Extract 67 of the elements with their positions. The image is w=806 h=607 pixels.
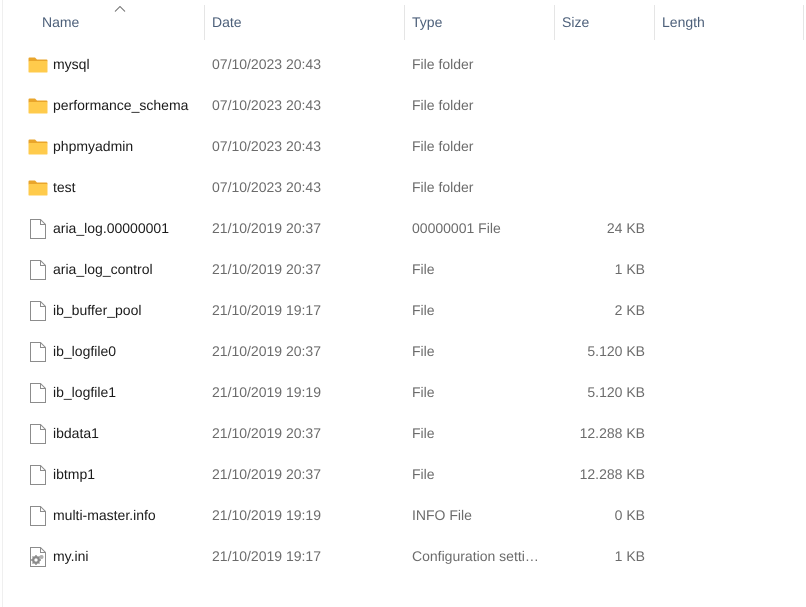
file-name: test xyxy=(53,178,76,197)
file-size: 0 KB xyxy=(614,506,645,525)
file-icon xyxy=(30,342,46,362)
modified-date: 21/10/2019 19:19 xyxy=(212,384,321,400)
file-type: File folder xyxy=(412,97,474,113)
file-icon xyxy=(30,382,46,402)
file-type: File xyxy=(412,302,435,318)
file-size: 12.288 KB xyxy=(580,465,645,484)
file-icon xyxy=(30,260,46,280)
folder-icon xyxy=(28,56,48,72)
column-header[interactable]: Date xyxy=(205,5,405,40)
file-type: Configuration setti… xyxy=(412,548,539,564)
file-icon xyxy=(30,506,46,526)
file-name: ibtmp1 xyxy=(53,465,96,484)
modified-date: 07/10/2023 20:43 xyxy=(212,97,321,113)
column-header[interactable]: Name xyxy=(35,5,205,40)
file-name: performance_schema xyxy=(53,96,188,115)
modified-date: 21/10/2019 20:37 xyxy=(212,425,321,441)
file-size: 5.120 KB xyxy=(587,383,645,402)
file-icon xyxy=(30,464,46,484)
file-type: File folder xyxy=(412,138,474,154)
settings-file-icon xyxy=(30,546,46,566)
file-name: phpmyadmin xyxy=(53,137,134,156)
folder-icon xyxy=(28,98,48,114)
modified-date: 21/10/2019 20:37 xyxy=(212,261,321,277)
file-size: 24 KB xyxy=(606,219,645,238)
folder-icon xyxy=(28,180,48,196)
modified-date: 07/10/2023 20:43 xyxy=(212,179,321,195)
modified-date: 07/10/2023 20:43 xyxy=(212,138,321,154)
file-type: File xyxy=(412,466,435,482)
modified-date: 07/10/2023 20:43 xyxy=(212,56,321,72)
file-type: INFO File xyxy=(412,507,472,523)
modified-date: 21/10/2019 19:17 xyxy=(212,302,321,318)
file-type: File xyxy=(412,343,435,359)
file-size: 12.288 KB xyxy=(580,424,645,443)
modified-date: 21/10/2019 20:37 xyxy=(212,343,321,359)
file-type: File xyxy=(412,384,435,400)
file-name: aria_log_control xyxy=(53,260,153,279)
modified-date: 21/10/2019 19:17 xyxy=(212,548,321,564)
file-type: File xyxy=(412,425,435,441)
sort-ascending-icon xyxy=(114,6,125,12)
file-name: aria_log.00000001 xyxy=(53,219,169,238)
file-size: 5.120 KB xyxy=(587,342,645,361)
column-header[interactable]: Length xyxy=(655,5,804,40)
column-header[interactable]: Size xyxy=(555,5,655,40)
file-type: File folder xyxy=(412,56,474,72)
modified-date: 21/10/2019 20:37 xyxy=(212,220,321,236)
modified-date: 21/10/2019 20:37 xyxy=(212,466,321,482)
file-size: 2 KB xyxy=(614,301,645,320)
folder-icon xyxy=(28,138,48,154)
file-icon xyxy=(30,424,46,444)
file-name: ib_buffer_pool xyxy=(53,301,142,320)
file-name: ibdata1 xyxy=(53,424,99,443)
file-type: File xyxy=(412,261,435,277)
file-size: 1 KB xyxy=(614,547,645,566)
column-header[interactable]: Type xyxy=(405,5,555,40)
file-type: File folder xyxy=(412,179,474,195)
file-name: ib_logfile0 xyxy=(53,342,116,361)
file-type: 00000001 File xyxy=(412,220,501,236)
file-name: ib_logfile1 xyxy=(53,383,116,402)
file-icon xyxy=(30,300,46,320)
file-name: mysql xyxy=(53,55,90,74)
file-icon xyxy=(30,218,46,238)
file-name: multi-master.info xyxy=(53,506,156,525)
file-size: 1 KB xyxy=(614,260,645,279)
file-name: my.ini xyxy=(53,547,89,566)
modified-date: 21/10/2019 19:19 xyxy=(212,507,321,523)
